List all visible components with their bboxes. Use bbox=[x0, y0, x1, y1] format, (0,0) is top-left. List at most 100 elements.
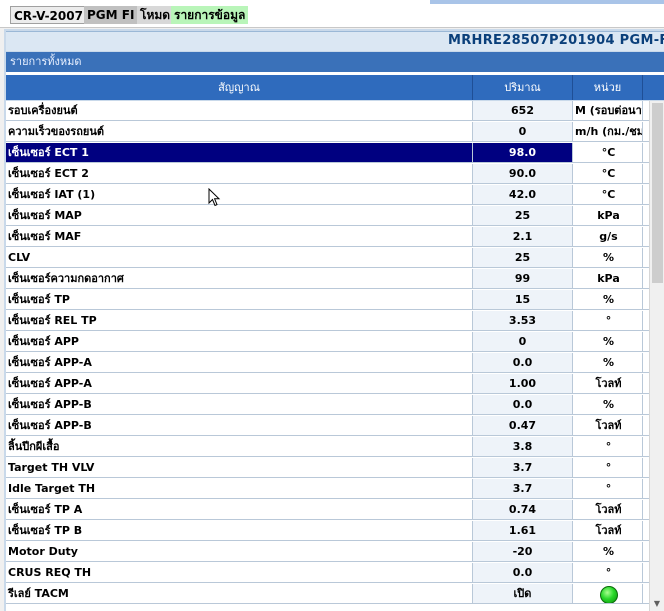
table-row[interactable]: รอบเครื่องยนต์652M (รอบต่อนาที) bbox=[6, 101, 649, 122]
signal-unit-cell: % bbox=[573, 353, 643, 373]
signal-name-cell: Idle Target TH bbox=[6, 479, 473, 499]
signal-name-cell: เซ็นเซอร์ TP A bbox=[6, 500, 473, 520]
signal-unit-cell: % bbox=[573, 395, 643, 415]
signal-unit-cell: ° bbox=[573, 311, 643, 331]
table-row[interactable]: เซ็นเซอร์ TP 15% bbox=[6, 290, 649, 311]
table-row[interactable]: CRUS REQ TH 0.0 ° bbox=[6, 563, 649, 584]
column-header-signal[interactable]: สัญญาณ bbox=[6, 75, 473, 100]
signal-value-cell: 0.0 bbox=[473, 395, 573, 415]
signal-value-cell: 0.0 bbox=[473, 353, 573, 373]
signal-name-cell: เซ็นเซอร์ IAT (1) bbox=[6, 185, 473, 205]
signal-name-cell: เซ็นเซอร์ ECT 1 bbox=[6, 143, 473, 163]
signal-value-cell: 3.7 bbox=[473, 479, 573, 499]
window-strip bbox=[430, 0, 664, 4]
signal-value-cell: 1.00 bbox=[473, 374, 573, 394]
data-table-body: รอบเครื่องยนต์652M (รอบต่อนาที)ความเร็วข… bbox=[6, 101, 649, 611]
mouse-pointer-icon bbox=[208, 188, 221, 207]
signal-name-cell: เซ็นเซอร์ APP-A bbox=[6, 374, 473, 394]
signal-unit-cell: โวลท์ bbox=[573, 500, 643, 520]
vin-header: MRHRE28507P201904 PGM-FI 2 bbox=[6, 31, 664, 51]
vehicle-model-label: CR-V-2007 bbox=[10, 6, 87, 24]
column-header-unit[interactable]: หน่วย bbox=[573, 75, 643, 100]
table-row[interactable]: เซ็นเซอร์ APP-B 0.47 โวลท์ bbox=[6, 416, 649, 437]
table-row[interactable]: เซ็นเซอร์ MAF 2.1 g/s bbox=[6, 227, 649, 248]
signal-name-cell: CRUS REQ TH bbox=[6, 563, 473, 583]
table-row[interactable]: เซ็นเซอร์ APP-A 0.0% bbox=[6, 353, 649, 374]
signal-name-cell: เซ็นเซอร์ APP-B bbox=[6, 416, 473, 436]
vin-text: MRHRE28507P201904 PGM-FI 2 bbox=[448, 33, 664, 48]
signal-value-cell: 3.53 bbox=[473, 311, 573, 331]
signal-name-cell: รีเลย์ TACM bbox=[6, 584, 473, 604]
signal-value-cell: 90.0 bbox=[473, 164, 573, 184]
data-list-panel: MRHRE28507P201904 PGM-FI 2 รายการทั้งหมด… bbox=[4, 29, 664, 611]
signal-unit-cell: kPa bbox=[573, 206, 643, 226]
signal-value-cell: 0 bbox=[473, 332, 573, 352]
signal-name-cell: ความเร็วของรถยนต์ bbox=[6, 122, 473, 142]
column-header-spacer bbox=[643, 75, 664, 100]
signal-unit-cell: ° bbox=[573, 437, 643, 457]
signal-value-cell: -20 bbox=[473, 542, 573, 562]
signal-name-cell: เซ็นเซอร์ APP bbox=[6, 332, 473, 352]
table-row[interactable]: CLV 25% bbox=[6, 248, 649, 269]
signal-name-cell: เซ็นเซอร์ ECT 2 bbox=[6, 164, 473, 184]
signal-name-cell: เซ็นเซอร์ TP B bbox=[6, 521, 473, 541]
table-row[interactable]: เซ็นเซอร์ TP B 1.61 โวลท์ bbox=[6, 521, 649, 542]
table-row[interactable]: เซ็นเซอร์ MAP 25 kPa bbox=[6, 206, 649, 227]
signal-value-cell: 2.1 bbox=[473, 227, 573, 247]
table-row[interactable]: ความเร็วของรถยนต์0m/h (กม./ชม.) bbox=[6, 122, 649, 143]
signal-value-cell: เปิด bbox=[473, 584, 573, 604]
signal-unit-cell: °C bbox=[573, 185, 643, 205]
table-row[interactable]: เซ็นเซอร์ IAT (1) 42.0 °C bbox=[6, 185, 649, 206]
signal-value-cell: 98.0 bbox=[473, 143, 573, 163]
signal-value-cell: 0.47 bbox=[473, 416, 573, 436]
signal-value-cell: 25 bbox=[473, 248, 573, 268]
column-header-value[interactable]: ปริมาณ bbox=[473, 75, 573, 100]
table-row[interactable]: Idle Target TH 3.7 ° bbox=[6, 479, 649, 500]
group-title-all-items[interactable]: รายการทั้งหมด bbox=[6, 52, 664, 72]
signal-name-cell: เซ็นเซอร์ TP bbox=[6, 290, 473, 310]
table-row[interactable]: เซ็นเซอร์ APP-A 1.00 โวลท์ bbox=[6, 374, 649, 395]
signal-name-cell: ลิ้นปีกผีเสื้อ bbox=[6, 437, 473, 457]
signal-unit-cell: °C bbox=[573, 164, 643, 184]
mode-label: โหมด bbox=[137, 6, 174, 24]
signal-unit-cell: % bbox=[573, 332, 643, 352]
signal-unit-cell: ° bbox=[573, 563, 643, 583]
table-row[interactable]: เซ็นเซอร์ TP A 0.74 โวลท์ bbox=[6, 500, 649, 521]
signal-name-cell: เซ็นเซอร์ MAP bbox=[6, 206, 473, 226]
signal-name-cell: รอบเครื่องยนต์ bbox=[6, 101, 473, 121]
signal-unit-cell: โวลท์ bbox=[573, 374, 643, 394]
table-row[interactable]: เซ็นเซอร์ REL TP 3.53 ° bbox=[6, 311, 649, 332]
signal-name-cell: Motor Duty bbox=[6, 542, 473, 562]
mode-value-label: รายการข้อมูล bbox=[171, 6, 249, 24]
table-row[interactable]: เซ็นเซอร์ APP-B 0.0% bbox=[6, 395, 649, 416]
signal-name-cell: เซ็นเซอร์ REL TP bbox=[6, 311, 473, 331]
app-topbar: CR-V-2007 PGM FI โหมด รายการข้อมูล bbox=[0, 0, 664, 28]
signal-name-cell: Target TH VLV bbox=[6, 458, 473, 478]
signal-unit-cell: kPa bbox=[573, 269, 643, 289]
signal-unit-cell bbox=[573, 584, 643, 604]
signal-value-cell: 1.61 bbox=[473, 521, 573, 541]
table-row[interactable]: เซ็นเซอร์ ECT 2 90.0 °C bbox=[6, 164, 649, 185]
signal-value-cell: 652 bbox=[473, 101, 573, 121]
signal-value-cell: 0 bbox=[473, 122, 573, 142]
signal-unit-cell: ° bbox=[573, 458, 643, 478]
table-row[interactable]: Motor Duty -20% bbox=[6, 542, 649, 563]
signal-value-cell: 99 bbox=[473, 269, 573, 289]
signal-unit-cell: % bbox=[573, 248, 643, 268]
signal-unit-cell: % bbox=[573, 290, 643, 310]
table-row[interactable]: เซ็นเซอร์ ECT 1 98.0 °C bbox=[6, 143, 649, 164]
scroll-down-arrow-icon[interactable]: ▼ bbox=[650, 597, 664, 611]
scrollbar-thumb[interactable] bbox=[652, 103, 663, 283]
signal-value-cell: 0.0 bbox=[473, 563, 573, 583]
vertical-scrollbar[interactable]: ▼ bbox=[649, 101, 664, 611]
signal-value-cell: 42.0 bbox=[473, 185, 573, 205]
signal-unit-cell: โวลท์ bbox=[573, 416, 643, 436]
table-row[interactable]: เซ็นเซอร์ APP 0% bbox=[6, 332, 649, 353]
signal-unit-cell: % bbox=[573, 542, 643, 562]
table-row[interactable]: ลิ้นปีกผีเสื้อ 3.8 ° bbox=[6, 437, 649, 458]
signal-name-cell: เซ็นเซอร์ความกดอากาศ bbox=[6, 269, 473, 289]
signal-unit-cell: m/h (กม./ชม.) bbox=[573, 122, 643, 142]
table-row[interactable]: Target TH VLV 3.7 ° bbox=[6, 458, 649, 479]
table-row[interactable]: เซ็นเซอร์ความกดอากาศ 99 kPa bbox=[6, 269, 649, 290]
table-row[interactable]: รีเลย์ TACM เปิด bbox=[6, 584, 649, 605]
